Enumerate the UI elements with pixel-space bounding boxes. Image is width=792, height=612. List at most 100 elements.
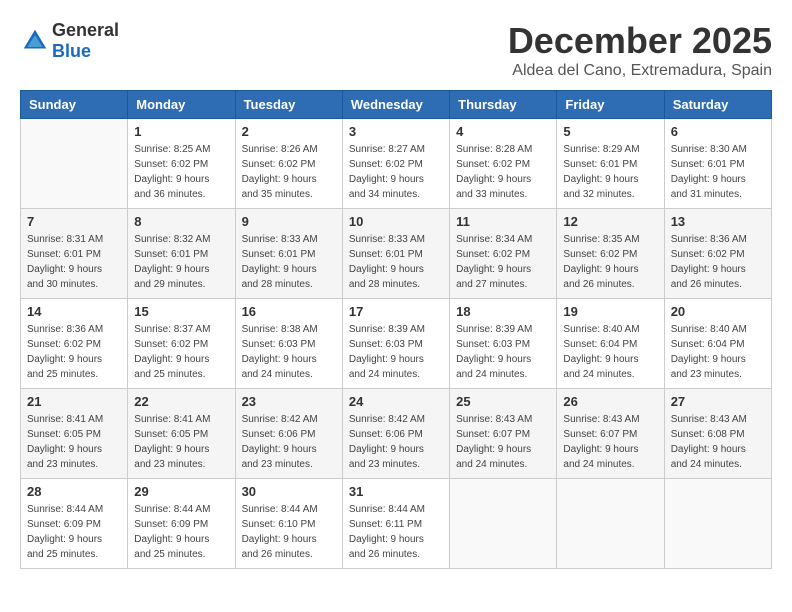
day-number: 19 bbox=[563, 304, 657, 319]
calendar-cell: 2 Sunrise: 8:26 AMSunset: 6:02 PMDaylight… bbox=[235, 119, 342, 209]
calendar-cell: 13Sunrise: 8:36 AMSunset: 6:02 PMDayligh… bbox=[664, 209, 771, 299]
day-info: Sunrise: 8:29 AMSunset: 6:01 PMDaylight:… bbox=[563, 142, 657, 202]
day-info: Sunrise: 8:44 AMSunset: 6:10 PMDaylight:… bbox=[242, 502, 336, 562]
calendar-cell: 29 Sunrise: 8:44 AMSunset: 6:09 PMDayligh… bbox=[128, 479, 235, 569]
calendar-cell: 19 Sunrise: 8:40 AMSunset: 6:04 PMDayligh… bbox=[557, 299, 664, 389]
day-number: 29 bbox=[134, 484, 228, 499]
day-number: 25 bbox=[456, 394, 550, 409]
day-info: Sunrise: 8:34 AMSunset: 6:02 PMDaylight:… bbox=[456, 232, 550, 292]
day-info: Sunrise: 8:44 AMSunset: 6:09 PMDaylight:… bbox=[134, 502, 228, 562]
day-number: 15 bbox=[134, 304, 228, 319]
calendar-week-row: 7Sunrise: 8:31 AMSunset: 6:01 PMDaylight… bbox=[21, 209, 772, 299]
day-number: 2 bbox=[242, 124, 336, 139]
day-info: Sunrise: 8:27 AMSunset: 6:02 PMDaylight:… bbox=[349, 142, 443, 202]
day-number: 8 bbox=[134, 214, 228, 229]
day-number: 14 bbox=[27, 304, 121, 319]
day-info: Sunrise: 8:35 AMSunset: 6:02 PMDaylight:… bbox=[563, 232, 657, 292]
day-number: 26 bbox=[563, 394, 657, 409]
calendar-cell: 3 Sunrise: 8:27 AMSunset: 6:02 PMDaylight… bbox=[342, 119, 449, 209]
calendar-cell: 5 Sunrise: 8:29 AMSunset: 6:01 PMDaylight… bbox=[557, 119, 664, 209]
calendar-header-row: SundayMondayTuesdayWednesdayThursdayFrid… bbox=[21, 91, 772, 119]
day-number: 11 bbox=[456, 214, 550, 229]
weekday-header: Friday bbox=[557, 91, 664, 119]
calendar-cell: 31Sunrise: 8:44 AMSunset: 6:11 PMDayligh… bbox=[342, 479, 449, 569]
day-number: 24 bbox=[349, 394, 443, 409]
calendar-cell: 6 Sunrise: 8:30 AMSunset: 6:01 PMDaylight… bbox=[664, 119, 771, 209]
day-number: 6 bbox=[671, 124, 765, 139]
day-info: Sunrise: 8:41 AMSunset: 6:05 PMDaylight:… bbox=[27, 412, 121, 472]
calendar-cell bbox=[21, 119, 128, 209]
calendar-cell: 10 Sunrise: 8:33 AMSunset: 6:01 PMDayligh… bbox=[342, 209, 449, 299]
day-info: Sunrise: 8:30 AMSunset: 6:01 PMDaylight:… bbox=[671, 142, 765, 202]
day-number: 31 bbox=[349, 484, 443, 499]
calendar-table: SundayMondayTuesdayWednesdayThursdayFrid… bbox=[20, 90, 772, 569]
calendar-cell: 24Sunrise: 8:42 AMSunset: 6:06 PMDayligh… bbox=[342, 389, 449, 479]
calendar-cell: 17Sunrise: 8:39 AMSunset: 6:03 PMDayligh… bbox=[342, 299, 449, 389]
day-info: Sunrise: 8:39 AMSunset: 6:03 PMDaylight:… bbox=[456, 322, 550, 382]
location-title: Aldea del Cano, Extremadura, Spain bbox=[508, 62, 772, 80]
day-info: Sunrise: 8:36 AMSunset: 6:02 PMDaylight:… bbox=[671, 232, 765, 292]
day-number: 4 bbox=[456, 124, 550, 139]
logo-icon bbox=[20, 26, 50, 56]
calendar-cell: 18Sunrise: 8:39 AMSunset: 6:03 PMDayligh… bbox=[450, 299, 557, 389]
day-number: 17 bbox=[349, 304, 443, 319]
day-info: Sunrise: 8:33 AMSunset: 6:01 PMDaylight:… bbox=[242, 232, 336, 292]
day-info: Sunrise: 8:43 AMSunset: 6:08 PMDaylight:… bbox=[671, 412, 765, 472]
calendar-cell: 25 Sunrise: 8:43 AMSunset: 6:07 PMDayligh… bbox=[450, 389, 557, 479]
day-number: 22 bbox=[134, 394, 228, 409]
calendar-cell: 14Sunrise: 8:36 AMSunset: 6:02 PMDayligh… bbox=[21, 299, 128, 389]
weekday-header: Saturday bbox=[664, 91, 771, 119]
day-number: 20 bbox=[671, 304, 765, 319]
day-info: Sunrise: 8:32 AMSunset: 6:01 PMDaylight:… bbox=[134, 232, 228, 292]
calendar-cell bbox=[450, 479, 557, 569]
day-number: 12 bbox=[563, 214, 657, 229]
title-section: December 2025 Aldea del Cano, Extremadur… bbox=[508, 20, 772, 80]
calendar-week-row: 21Sunrise: 8:41 AMSunset: 6:05 PMDayligh… bbox=[21, 389, 772, 479]
day-number: 3 bbox=[349, 124, 443, 139]
day-number: 16 bbox=[242, 304, 336, 319]
weekday-header: Thursday bbox=[450, 91, 557, 119]
day-number: 7 bbox=[27, 214, 121, 229]
calendar-cell: 9 Sunrise: 8:33 AMSunset: 6:01 PMDaylight… bbox=[235, 209, 342, 299]
day-number: 27 bbox=[671, 394, 765, 409]
calendar-cell: 28 Sunrise: 8:44 AMSunset: 6:09 PMDayligh… bbox=[21, 479, 128, 569]
weekday-header: Tuesday bbox=[235, 91, 342, 119]
day-info: Sunrise: 8:25 AMSunset: 6:02 PMDaylight:… bbox=[134, 142, 228, 202]
calendar-cell bbox=[664, 479, 771, 569]
page-header: General Blue December 2025 Aldea del Can… bbox=[20, 20, 772, 80]
calendar-cell: 27 Sunrise: 8:43 AMSunset: 6:08 PMDayligh… bbox=[664, 389, 771, 479]
calendar-cell: 30 Sunrise: 8:44 AMSunset: 6:10 PMDayligh… bbox=[235, 479, 342, 569]
day-info: Sunrise: 8:44 AMSunset: 6:09 PMDaylight:… bbox=[27, 502, 121, 562]
month-title: December 2025 bbox=[508, 20, 772, 62]
calendar-cell: 1 Sunrise: 8:25 AMSunset: 6:02 PMDaylight… bbox=[128, 119, 235, 209]
calendar-cell: 16 Sunrise: 8:38 AMSunset: 6:03 PMDayligh… bbox=[235, 299, 342, 389]
day-info: Sunrise: 8:40 AMSunset: 6:04 PMDaylight:… bbox=[563, 322, 657, 382]
calendar-cell: 20Sunrise: 8:40 AMSunset: 6:04 PMDayligh… bbox=[664, 299, 771, 389]
logo-blue-text: Blue bbox=[52, 41, 91, 61]
day-info: Sunrise: 8:26 AMSunset: 6:02 PMDaylight:… bbox=[242, 142, 336, 202]
weekday-header: Monday bbox=[128, 91, 235, 119]
day-number: 23 bbox=[242, 394, 336, 409]
day-info: Sunrise: 8:43 AMSunset: 6:07 PMDaylight:… bbox=[563, 412, 657, 472]
day-number: 30 bbox=[242, 484, 336, 499]
calendar-cell: 22 Sunrise: 8:41 AMSunset: 6:05 PMDayligh… bbox=[128, 389, 235, 479]
day-info: Sunrise: 8:43 AMSunset: 6:07 PMDaylight:… bbox=[456, 412, 550, 472]
day-number: 9 bbox=[242, 214, 336, 229]
calendar-cell bbox=[557, 479, 664, 569]
calendar-cell: 26 Sunrise: 8:43 AMSunset: 6:07 PMDayligh… bbox=[557, 389, 664, 479]
calendar-cell: 23Sunrise: 8:42 AMSunset: 6:06 PMDayligh… bbox=[235, 389, 342, 479]
day-info: Sunrise: 8:33 AMSunset: 6:01 PMDaylight:… bbox=[349, 232, 443, 292]
day-info: Sunrise: 8:41 AMSunset: 6:05 PMDaylight:… bbox=[134, 412, 228, 472]
day-info: Sunrise: 8:38 AMSunset: 6:03 PMDaylight:… bbox=[242, 322, 336, 382]
calendar-week-row: 14Sunrise: 8:36 AMSunset: 6:02 PMDayligh… bbox=[21, 299, 772, 389]
calendar-week-row: 28 Sunrise: 8:44 AMSunset: 6:09 PMDayligh… bbox=[21, 479, 772, 569]
day-number: 5 bbox=[563, 124, 657, 139]
day-number: 1 bbox=[134, 124, 228, 139]
weekday-header: Sunday bbox=[21, 91, 128, 119]
calendar-cell: 12 Sunrise: 8:35 AMSunset: 6:02 PMDayligh… bbox=[557, 209, 664, 299]
calendar-cell: 15Sunrise: 8:37 AMSunset: 6:02 PMDayligh… bbox=[128, 299, 235, 389]
logo: General Blue bbox=[20, 20, 119, 62]
day-info: Sunrise: 8:28 AMSunset: 6:02 PMDaylight:… bbox=[456, 142, 550, 202]
day-number: 28 bbox=[27, 484, 121, 499]
day-number: 10 bbox=[349, 214, 443, 229]
